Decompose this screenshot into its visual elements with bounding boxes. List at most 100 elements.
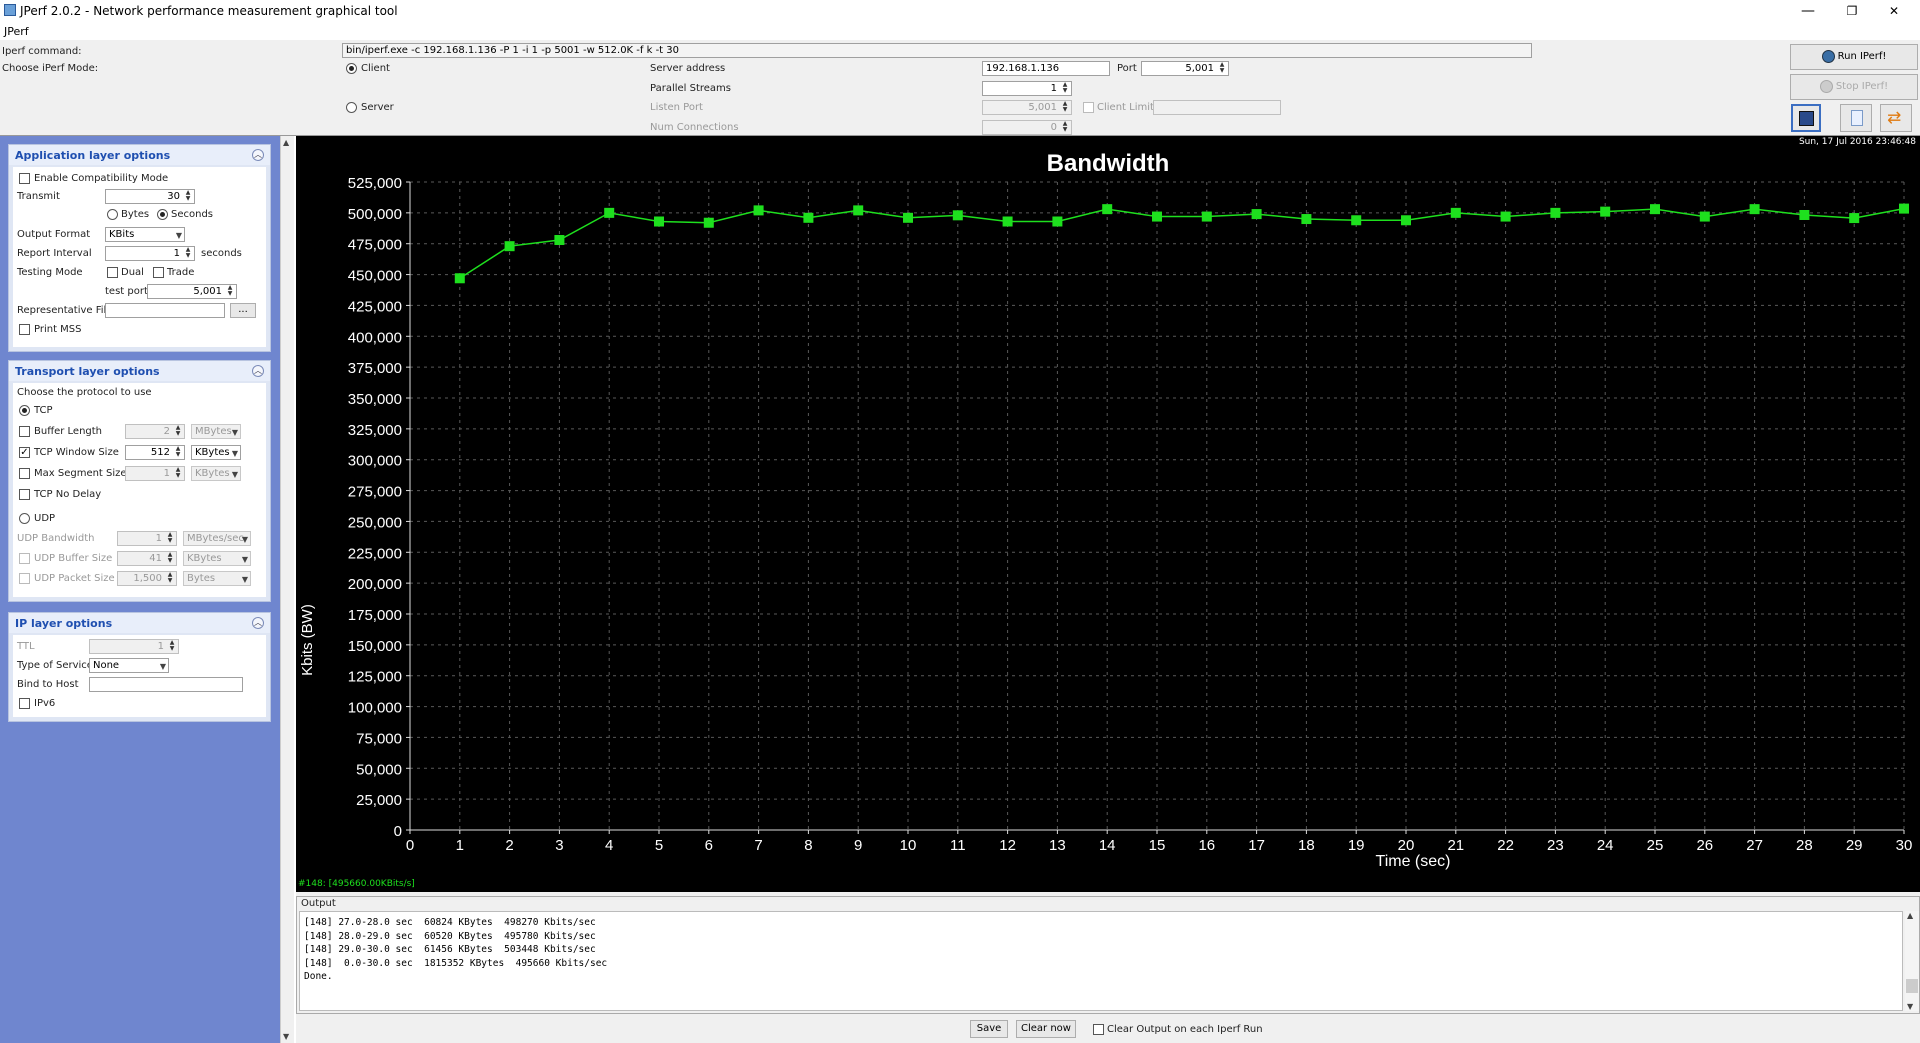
- iperf-command-field[interactable]: bin/iperf.exe -c 192.168.1.136 -P 1 -i 1…: [342, 43, 1532, 58]
- trade-checkbox[interactable]: [153, 267, 164, 278]
- stop-iperf-button[interactable]: Stop IPerf!: [1790, 74, 1918, 100]
- collapse-icon[interactable]: ︿: [252, 149, 264, 161]
- ipv6-checkbox[interactable]: [19, 698, 30, 709]
- tcp-radio[interactable]: [19, 405, 30, 416]
- type-of-service-select[interactable]: None ▼: [89, 658, 169, 673]
- transmit-label: Transmit: [17, 191, 60, 202]
- load-config-button[interactable]: [1840, 104, 1872, 132]
- scroll-down-icon[interactable]: ▼: [1907, 1002, 1913, 1011]
- output-format-select[interactable]: KBits ▼: [105, 227, 185, 242]
- spinner-arrows-icon[interactable]: ▲ ▼: [165, 532, 175, 545]
- collapse-icon[interactable]: ︿: [252, 365, 264, 377]
- dual-checkbox[interactable]: [107, 267, 118, 278]
- spinner-arrows-icon[interactable]: ▲ ▼: [1060, 82, 1070, 95]
- output-scrollbar[interactable]: ▲ ▼: [1905, 911, 1919, 1011]
- run-iperf-button[interactable]: Run IPerf!: [1790, 44, 1918, 70]
- y-tick-label: 100,000: [348, 700, 402, 717]
- client-radio[interactable]: [346, 63, 357, 74]
- tcp-window-checkbox[interactable]: ✓: [19, 447, 30, 458]
- udp-bandwidth-spinner[interactable]: 1 ▲ ▼: [117, 531, 177, 546]
- spinner-arrows-icon[interactable]: ▲ ▼: [1060, 101, 1070, 114]
- spinner-arrows-icon[interactable]: ▲ ▼: [183, 190, 193, 203]
- max-segment-unit-select[interactable]: KBytes ▼: [191, 466, 241, 481]
- scroll-up-icon[interactable]: ▲: [283, 138, 289, 147]
- server-address-field[interactable]: 192.168.1.136: [982, 61, 1110, 76]
- ttl-spinner[interactable]: 1 ▲ ▼: [89, 639, 179, 654]
- output-tab-label[interactable]: Output: [301, 898, 336, 909]
- ip-layer-header[interactable]: IP layer options ︿: [9, 613, 270, 633]
- spinner-arrows-icon[interactable]: ▲ ▼: [1060, 121, 1070, 134]
- tcp-nodelay-checkbox[interactable]: [19, 489, 30, 500]
- udp-packet-spinner[interactable]: 1,500 ▲ ▼: [117, 571, 177, 586]
- application-layer-header[interactable]: Application layer options ︿: [9, 145, 270, 165]
- data-point: [1251, 209, 1262, 220]
- spinner-arrows-icon[interactable]: ▲ ▼: [167, 640, 177, 653]
- num-connections-spinner[interactable]: 0 ▲ ▼: [982, 120, 1072, 135]
- buffer-length-spinner[interactable]: 2 ▲ ▼: [125, 424, 185, 439]
- tcp-window-unit-select[interactable]: KBytes ▼: [191, 445, 241, 460]
- restore-button[interactable]: ❐: [1838, 2, 1866, 20]
- bind-to-host-field[interactable]: [89, 677, 243, 692]
- buffer-length-checkbox[interactable]: [19, 426, 30, 437]
- udp-bandwidth-unit-select[interactable]: MBytes/sec ▼: [183, 531, 251, 546]
- transport-layer-header[interactable]: Transport layer options ︿: [9, 361, 270, 381]
- spinner-arrows-icon[interactable]: ▲ ▼: [1217, 62, 1227, 75]
- x-tick-label: 19: [1348, 837, 1365, 854]
- collapse-icon[interactable]: ︿: [252, 617, 264, 629]
- refresh-button[interactable]: ⇄: [1880, 104, 1912, 132]
- x-tick-label: 14: [1099, 837, 1116, 854]
- spinner-arrows-icon[interactable]: ▲ ▼: [225, 285, 235, 298]
- clear-output-each-run-checkbox[interactable]: [1093, 1024, 1104, 1035]
- port-spinner[interactable]: 5,001 ▲ ▼: [1141, 61, 1229, 76]
- max-segment-value: 1: [163, 468, 170, 479]
- udp-buffer-unit-select[interactable]: KBytes ▼: [183, 551, 251, 566]
- server-radio[interactable]: [346, 102, 357, 113]
- data-point: [1201, 211, 1212, 222]
- save-output-button[interactable]: Save: [970, 1020, 1008, 1038]
- parallel-streams-spinner[interactable]: 1 ▲ ▼: [982, 81, 1072, 96]
- compat-mode-checkbox[interactable]: [19, 173, 30, 184]
- output-log[interactable]: [148] 27.0-28.0 sec 60824 KBytes 498270 …: [299, 911, 1903, 1011]
- browse-button[interactable]: ...: [230, 303, 256, 318]
- clear-now-button[interactable]: Clear now: [1016, 1020, 1076, 1038]
- scroll-down-icon[interactable]: ▼: [283, 1032, 289, 1041]
- client-limit-field[interactable]: [1153, 100, 1281, 115]
- listen-port-spinner[interactable]: 5,001 ▲ ▼: [982, 100, 1072, 115]
- seconds-radio[interactable]: [157, 209, 168, 220]
- menu-jperf[interactable]: JPerf: [4, 25, 29, 38]
- scroll-up-icon[interactable]: ▲: [1907, 911, 1913, 920]
- spinner-arrows-icon[interactable]: ▲ ▼: [165, 552, 175, 565]
- x-tick-label: 8: [804, 837, 812, 854]
- client-limit-checkbox[interactable]: [1083, 102, 1094, 113]
- spinner-arrows-icon[interactable]: ▲ ▼: [173, 446, 183, 459]
- data-point: [604, 207, 615, 218]
- report-interval-spinner[interactable]: 1 ▲ ▼: [105, 246, 195, 261]
- transmit-spinner[interactable]: 30 ▲ ▼: [105, 189, 195, 204]
- udp-buffer-checkbox[interactable]: [19, 553, 30, 564]
- data-point: [654, 216, 664, 227]
- sidebar-scrollbar[interactable]: ▲ ▼: [280, 136, 294, 1043]
- spinner-arrows-icon[interactable]: ▲ ▼: [183, 247, 193, 260]
- x-tick-label: 12: [999, 837, 1016, 854]
- save-config-button[interactable]: [1791, 104, 1821, 132]
- udp-buffer-spinner[interactable]: 41 ▲ ▼: [117, 551, 177, 566]
- minimize-button[interactable]: —: [1794, 2, 1822, 20]
- representative-file-field[interactable]: [105, 303, 225, 318]
- print-mss-checkbox[interactable]: [19, 324, 30, 335]
- test-port-spinner[interactable]: 5,001 ▲ ▼: [147, 284, 237, 299]
- close-button[interactable]: ✕: [1880, 2, 1908, 20]
- max-segment-spinner[interactable]: 1 ▲ ▼: [125, 466, 185, 481]
- spinner-arrows-icon[interactable]: ▲ ▼: [173, 425, 183, 438]
- max-segment-checkbox[interactable]: [19, 468, 30, 479]
- spinner-arrows-icon[interactable]: ▲ ▼: [165, 572, 175, 585]
- tcp-window-spinner[interactable]: 512 ▲ ▼: [125, 445, 185, 460]
- buffer-unit-select[interactable]: MBytes ▼: [191, 424, 241, 439]
- udp-packet-unit-select[interactable]: Bytes ▼: [183, 571, 251, 586]
- udp-packet-checkbox[interactable]: [19, 573, 30, 584]
- data-point: [1102, 204, 1113, 215]
- bytes-radio[interactable]: [107, 209, 118, 220]
- spinner-arrows-icon[interactable]: ▲ ▼: [173, 467, 183, 480]
- bytes-label: Bytes: [121, 209, 150, 220]
- udp-radio[interactable]: [19, 513, 30, 524]
- scroll-thumb[interactable]: [1906, 979, 1918, 993]
